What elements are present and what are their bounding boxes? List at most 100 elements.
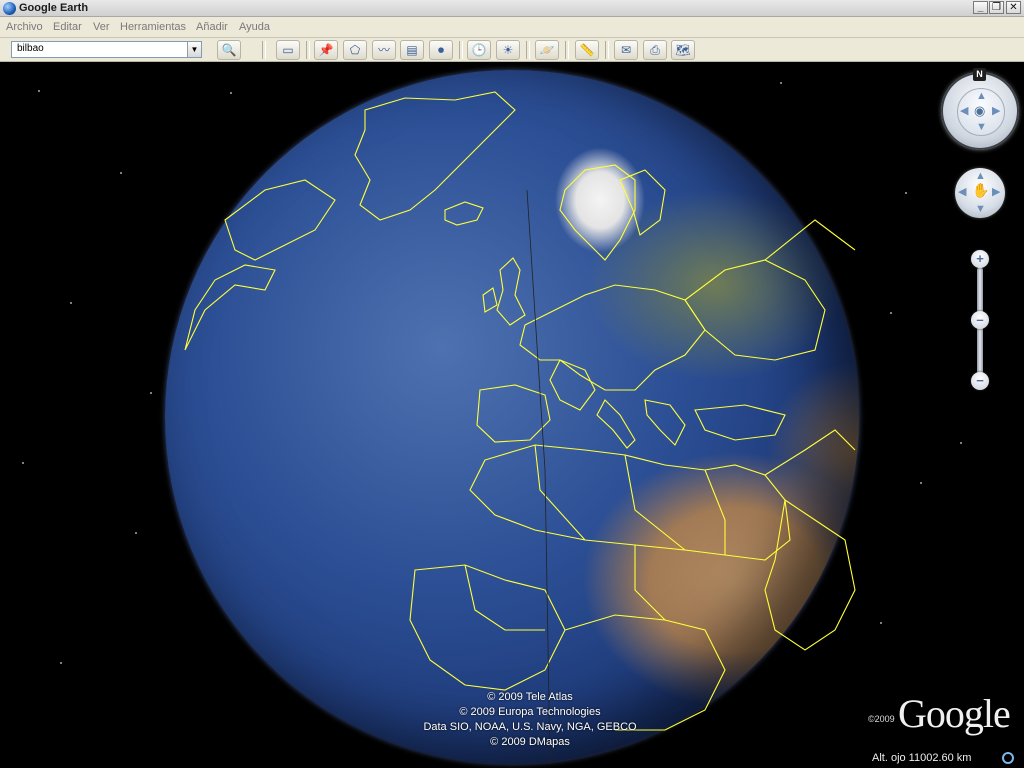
- envelope-icon: ✉: [620, 43, 632, 57]
- look-up-arrow-icon[interactable]: ▲: [976, 91, 987, 102]
- central-europe-border: [519, 284, 706, 391]
- menu-anadir[interactable]: Añadir: [196, 21, 228, 33]
- star: [920, 482, 922, 484]
- clock-icon: 🕒: [471, 43, 487, 57]
- iberia-border: [476, 384, 551, 443]
- restore-button[interactable]: ❐: [989, 1, 1004, 14]
- toggle-sidebar-button[interactable]: ▭: [276, 40, 300, 60]
- record-tour-icon: ⏺: [437, 43, 444, 57]
- west-africa-border: [409, 564, 566, 691]
- toolbar-separator: [459, 41, 463, 59]
- star: [135, 532, 137, 534]
- sun-icon: ☀: [502, 43, 514, 57]
- star: [880, 622, 882, 624]
- zoom-in-button[interactable]: +: [971, 250, 989, 268]
- look-left-arrow-icon[interactable]: ◀: [960, 106, 968, 117]
- add-placemark-button[interactable]: 📌: [314, 40, 338, 60]
- look-right-arrow-icon[interactable]: ▶: [992, 106, 1000, 117]
- look-joystick[interactable]: ▲ ▼ ◀ ▶ ◉: [957, 88, 1005, 136]
- star: [22, 462, 24, 464]
- placemark-icon: 📌: [318, 43, 334, 57]
- eye-altitude-readout: Alt. ojo 11002.60 km: [872, 752, 972, 764]
- add-path-button[interactable]: 〰: [372, 40, 396, 60]
- toolbar-separator: [605, 41, 609, 59]
- magnifier-icon: 🔍: [221, 43, 237, 57]
- canada-arctic-border: [224, 179, 336, 261]
- eye-icon: ◉: [974, 103, 986, 118]
- google-earth-app-icon: [3, 2, 16, 15]
- balkans-border: [644, 399, 686, 446]
- finland-border: [619, 169, 666, 236]
- egypt-sudan-border: [704, 469, 726, 555]
- north-africa-border: [469, 444, 791, 561]
- search-input[interactable]: [17, 43, 187, 54]
- ruler-button[interactable]: 📏: [575, 40, 599, 60]
- menu-archivo[interactable]: Archivo: [6, 21, 43, 33]
- path-icon: 〰: [377, 43, 390, 57]
- mali-border: [464, 564, 545, 631]
- ireland-border: [482, 287, 498, 313]
- printer-icon: ⎙: [650, 43, 660, 57]
- star: [120, 172, 122, 174]
- middle-east-border: [764, 429, 856, 476]
- view-in-google-maps-button[interactable]: 🗺: [671, 40, 695, 60]
- toolbar-separator: [526, 41, 530, 59]
- labrador-border: [184, 264, 276, 351]
- star: [150, 392, 152, 394]
- credit-line: © 2009 DMapas: [490, 736, 570, 748]
- move-left-arrow-icon[interactable]: ◀: [958, 187, 966, 198]
- star: [70, 302, 72, 304]
- map-icon: 🗺: [675, 43, 691, 57]
- email-button[interactable]: ✉: [614, 40, 638, 60]
- credit-line: © 2009 Europa Technologies: [459, 706, 601, 718]
- iceland-border: [444, 201, 484, 226]
- toolbar-separator: [262, 41, 266, 59]
- menu-ayuda[interactable]: Ayuda: [239, 21, 270, 33]
- algeria-border: [534, 444, 586, 541]
- menu-ver[interactable]: Ver: [93, 21, 110, 33]
- star: [60, 662, 62, 664]
- sunlight-button[interactable]: ☀: [496, 40, 520, 60]
- move-right-arrow-icon[interactable]: ▶: [992, 187, 1000, 198]
- close-button[interactable]: ✕: [1006, 1, 1021, 14]
- google-logo: Google: [898, 691, 1011, 736]
- menu-herramientas[interactable]: Herramientas: [120, 21, 186, 33]
- russia-border: [764, 219, 856, 261]
- print-button[interactable]: ⎙: [643, 40, 667, 60]
- ruler-icon: 📏: [579, 43, 595, 57]
- libya-border: [624, 454, 686, 551]
- look-around-control[interactable]: ▲ ▼ ◀ ▶ ◉: [941, 72, 1019, 150]
- move-down-arrow-icon[interactable]: ▼: [975, 204, 986, 215]
- compass-north-indicator[interactable]: N: [973, 68, 986, 81]
- move-up-arrow-icon[interactable]: ▲: [975, 171, 986, 182]
- imagery-credits: © 2009 Tele Atlas © 2009 Europa Technolo…: [370, 690, 690, 750]
- add-image-overlay-button[interactable]: ▤: [400, 40, 424, 60]
- france-border: [549, 359, 596, 411]
- minimize-button[interactable]: _: [973, 1, 988, 14]
- window-title: Google Earth: [19, 2, 89, 14]
- toolbar-separator: [306, 41, 310, 59]
- polygon-icon: ⬠: [349, 43, 361, 57]
- image-overlay-icon: ▤: [406, 43, 418, 57]
- toolbar: ▼ 🔍 ▭ 📌 ⬠ 〰 ▤ ⏺ 🕒 ☀ 🪐 📏 ✉ ⎙ 🗺: [0, 38, 1024, 62]
- move-control[interactable]: ▲ ▼ ◀ ▶ ✋: [955, 168, 1005, 218]
- 3d-viewer[interactable]: © 2009 Tele Atlas © 2009 Europa Technolo…: [0, 62, 1024, 768]
- zoom-out-button[interactable]: −: [971, 372, 989, 390]
- switch-planet-button[interactable]: 🪐: [535, 40, 559, 60]
- search-field[interactable]: ▼: [11, 41, 202, 58]
- earth-globe[interactable]: [165, 70, 859, 764]
- look-down-arrow-icon[interactable]: ▼: [976, 122, 987, 133]
- arabia-border: [764, 499, 856, 651]
- zoom-slider-knob[interactable]: –: [971, 311, 989, 329]
- title-bar: Google Earth _ ❐ ✕: [0, 0, 1024, 17]
- add-polygon-button[interactable]: ⬠: [343, 40, 367, 60]
- search-button[interactable]: 🔍: [217, 40, 241, 60]
- search-history-dropdown[interactable]: ▼: [187, 42, 201, 57]
- star: [38, 90, 40, 92]
- star: [890, 312, 892, 314]
- logo-copyright-year: ©2009: [868, 714, 895, 724]
- menu-editar[interactable]: Editar: [53, 21, 82, 33]
- greenland-border: [354, 91, 516, 221]
- historical-imagery-button[interactable]: 🕒: [467, 40, 491, 60]
- record-tour-button[interactable]: ⏺: [429, 40, 453, 60]
